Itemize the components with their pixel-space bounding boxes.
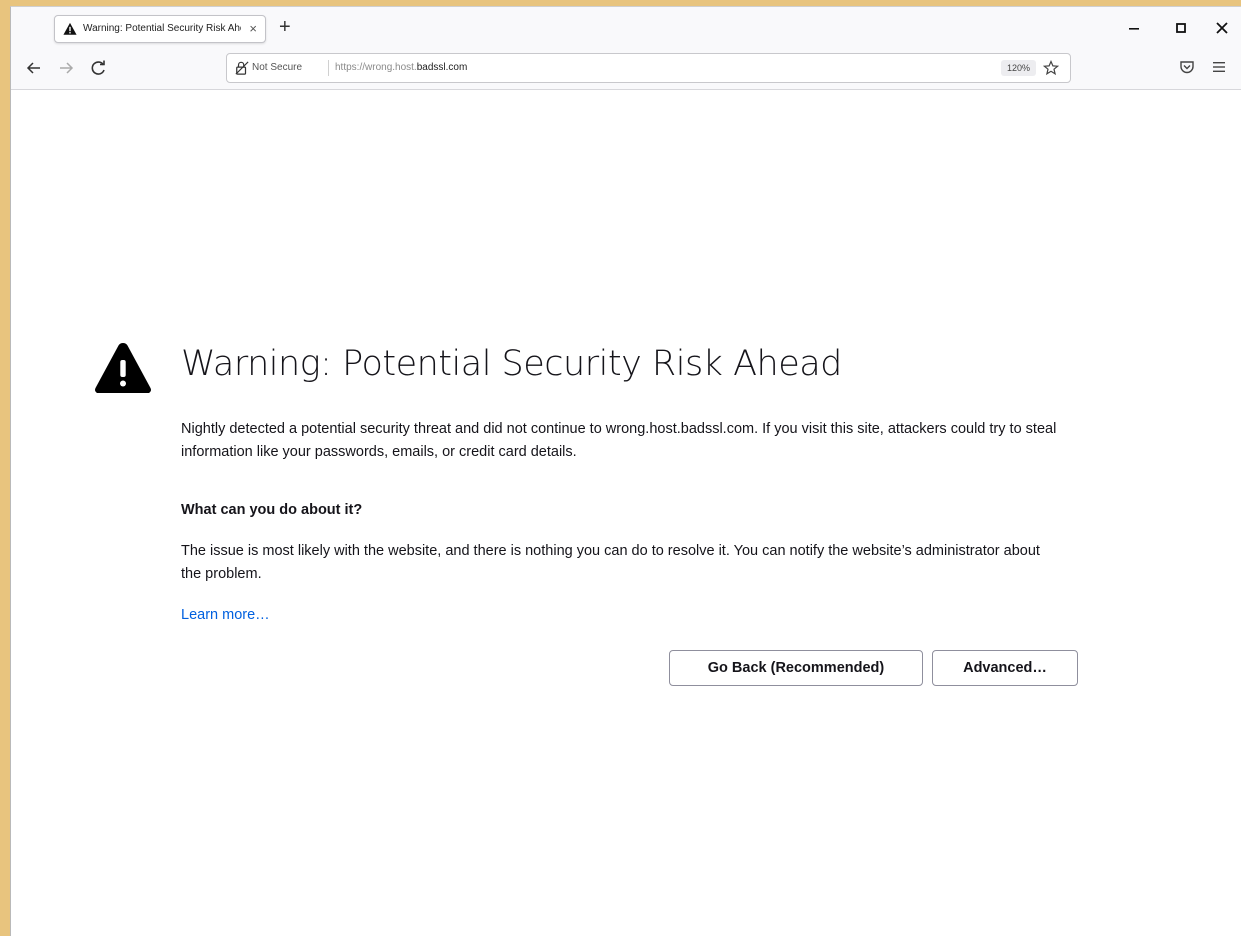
what-to-do-heading: What can you do about it? — [181, 502, 363, 518]
insecure-lock-icon — [235, 61, 249, 75]
url-bar[interactable]: Not Secure https://wrong.host.badssl.com… — [226, 53, 1071, 83]
minimize-icon — [1129, 28, 1139, 30]
close-window-button[interactable] — [1207, 17, 1237, 39]
browser-window: Warning: Potential Security Risk Ahead ×… — [10, 6, 1241, 936]
reload-button[interactable] — [88, 58, 110, 78]
advanced-button[interactable]: Advanced… — [932, 650, 1078, 686]
warning-icon — [63, 22, 77, 35]
url-text[interactable]: https://wrong.host.badssl.com — [335, 62, 467, 73]
minimize-button[interactable] — [1119, 17, 1149, 39]
maximize-button[interactable] — [1166, 17, 1196, 39]
url-separator — [328, 60, 329, 76]
tab-active[interactable]: Warning: Potential Security Risk Ahead × — [54, 15, 266, 43]
zoom-indicator[interactable]: 120% — [1001, 60, 1037, 76]
intro-text: Nightly detected a potential security th… — [181, 421, 1057, 460]
forward-button[interactable] — [55, 58, 77, 78]
advice-text: The issue is most likely with the websit… — [181, 543, 1040, 582]
url-prefix: https://wrong.host. — [335, 62, 417, 73]
tab-strip: Warning: Potential Security Risk Ahead ×… — [11, 7, 1241, 47]
hamburger-menu-icon[interactable] — [1211, 59, 1227, 75]
pocket-icon[interactable] — [1179, 59, 1195, 75]
warning-icon — [95, 343, 151, 393]
tab-close-icon[interactable]: × — [249, 21, 257, 37]
learn-more-link[interactable]: Learn more… — [181, 607, 270, 623]
page-title: Warning: Potential Security Risk Ahead — [181, 344, 842, 384]
url-domain: badssl.com — [416, 62, 468, 73]
maximize-icon — [1176, 23, 1186, 33]
go-back-button[interactable]: Go Back (Recommended) — [669, 650, 923, 686]
navigation-bar: Not Secure https://wrong.host.badssl.com… — [11, 47, 1241, 90]
back-button[interactable] — [23, 58, 45, 78]
back-arrow-icon — [26, 62, 40, 74]
close-icon — [1216, 22, 1228, 34]
forward-arrow-icon — [60, 62, 74, 74]
reload-icon — [91, 60, 105, 75]
new-tab-button[interactable]: + — [279, 16, 291, 38]
bookmark-star-icon[interactable] — [1043, 60, 1059, 76]
not-secure-label[interactable]: Not Secure — [252, 62, 302, 73]
tab-title: Warning: Potential Security Risk Ahead — [83, 23, 241, 34]
error-page-content: Warning: Potential Security Risk Ahead N… — [11, 90, 1241, 936]
